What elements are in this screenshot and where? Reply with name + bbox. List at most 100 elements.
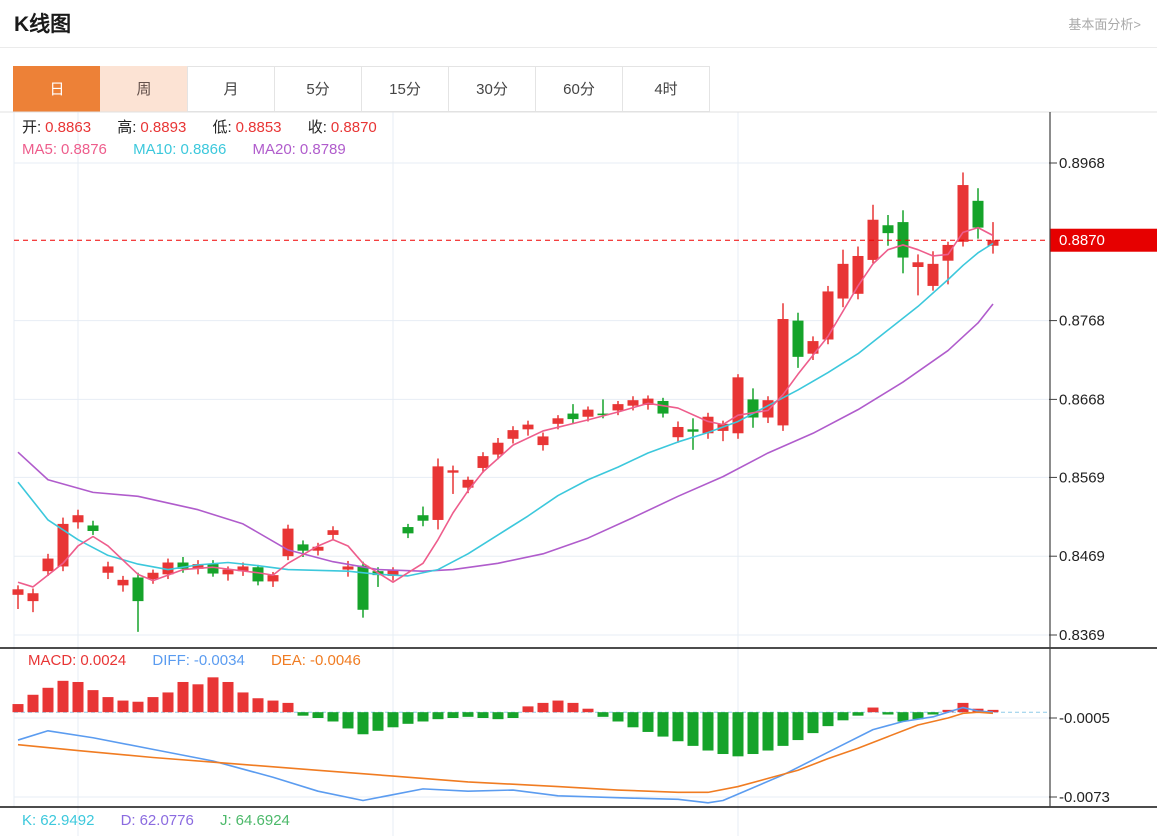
- ma10-label: MA10:: [133, 141, 177, 158]
- macd-bar: [147, 697, 159, 713]
- candle: [12, 589, 24, 595]
- candle: [477, 456, 489, 468]
- candle: [297, 544, 309, 551]
- macd-bar: [537, 702, 549, 713]
- candle: [822, 291, 834, 340]
- macd-bar: [252, 698, 264, 713]
- candle: [117, 579, 129, 586]
- svg-text:0.8968: 0.8968: [1059, 155, 1105, 172]
- macd-bar: [657, 712, 669, 737]
- candle: [267, 575, 279, 582]
- candle: [627, 400, 639, 406]
- candle: [132, 577, 144, 602]
- svg-text:-0.0073: -0.0073: [1059, 789, 1110, 806]
- kdj-k-value: 62.9492: [40, 812, 95, 829]
- macd-bar: [582, 708, 594, 713]
- candle: [87, 525, 99, 531]
- macd-bar: [507, 712, 519, 718]
- candle: [252, 567, 264, 582]
- kdj-k-label: K:: [22, 812, 37, 829]
- close-value: 0.8870: [330, 119, 377, 136]
- macd-bar: [462, 712, 474, 717]
- candle: [882, 225, 894, 234]
- macd-bar: [237, 692, 249, 713]
- candle: [672, 426, 684, 438]
- macd-bar: [312, 712, 324, 718]
- candle: [507, 430, 519, 439]
- diff-label: DIFF:: [152, 652, 190, 669]
- candle: [537, 436, 549, 446]
- svg-text:0.8469: 0.8469: [1059, 548, 1105, 565]
- macd-bar: [852, 712, 864, 716]
- macd-bar: [612, 712, 624, 722]
- macd-bar: [327, 712, 339, 722]
- candle: [852, 255, 864, 294]
- macd-bar: [432, 712, 444, 720]
- macd-bar: [522, 706, 534, 713]
- macd-bar: [297, 712, 309, 716]
- candle: [972, 200, 984, 228]
- candle: [447, 470, 459, 473]
- candle: [207, 564, 219, 574]
- macd-bar: [387, 712, 399, 728]
- macd-bar: [267, 700, 279, 713]
- macd-legend: MACD: 0.0024 DIFF: -0.0034 DEA: -0.0046: [28, 652, 365, 669]
- ohlc-legend: 开: 0.8863 高: 0.8893 低: 0.8853 收: 0.8870: [22, 116, 381, 137]
- candle: [342, 566, 354, 570]
- candle: [147, 572, 159, 580]
- svg-text:0.8569: 0.8569: [1059, 469, 1105, 486]
- high-label: 高:: [117, 119, 137, 136]
- svg-text:0.8870: 0.8870: [1059, 232, 1105, 249]
- candle: [792, 320, 804, 357]
- macd-bar: [792, 712, 804, 741]
- macd-bar: [402, 712, 414, 724]
- kdj-legend: K: 62.9492 D: 62.0776 J: 64.6924: [22, 812, 294, 829]
- candle: [402, 527, 414, 534]
- macd-bar: [117, 700, 129, 713]
- ma-legend: MA5: 0.8876 MA10: 0.8866 MA20: 0.8789: [22, 141, 350, 158]
- ma5-label: MA5:: [22, 141, 58, 158]
- candle: [912, 262, 924, 268]
- svg-text:-0.0005: -0.0005: [1059, 710, 1110, 727]
- dea-value: -0.0046: [309, 652, 361, 669]
- macd-bar: [762, 712, 774, 751]
- macd-bar: [642, 712, 654, 732]
- macd-bar: [687, 712, 699, 746]
- macd-bar: [597, 712, 609, 717]
- macd-bar: [867, 707, 879, 713]
- macd-bar: [87, 690, 99, 713]
- candle: [807, 341, 819, 354]
- close-label: 收:: [307, 119, 327, 136]
- macd-bar: [132, 701, 144, 713]
- dea-label: DEA:: [270, 652, 306, 669]
- ma5-value: 0.8876: [61, 141, 107, 158]
- macd-bar: [492, 712, 504, 720]
- macd-bar: [42, 687, 54, 713]
- candle: [777, 319, 789, 426]
- macd-bar: [807, 712, 819, 734]
- macd-bar: [747, 712, 759, 755]
- candle: [567, 413, 579, 420]
- svg-text:0.8369: 0.8369: [1059, 627, 1105, 644]
- candle: [732, 377, 744, 434]
- macd-bar: [672, 712, 684, 742]
- macd-bar: [357, 712, 369, 735]
- ma20-value: 0.8789: [299, 141, 346, 158]
- candle: [432, 466, 444, 520]
- kdj-d-value: 62.0776: [139, 812, 194, 829]
- macd-bar: [192, 684, 204, 713]
- candle: [42, 558, 54, 572]
- candle: [417, 515, 429, 521]
- macd-label: MACD:: [28, 652, 77, 669]
- macd-bar: [222, 681, 234, 713]
- candle: [582, 409, 594, 417]
- ma20-label: MA20:: [252, 141, 296, 158]
- macd-bar: [12, 704, 24, 713]
- candle: [657, 400, 669, 414]
- macd-bar: [627, 712, 639, 728]
- macd-bar: [702, 712, 714, 751]
- macd-bar: [732, 712, 744, 757]
- macd-bar: [162, 692, 174, 713]
- candle: [72, 515, 84, 523]
- macd-bar: [342, 712, 354, 729]
